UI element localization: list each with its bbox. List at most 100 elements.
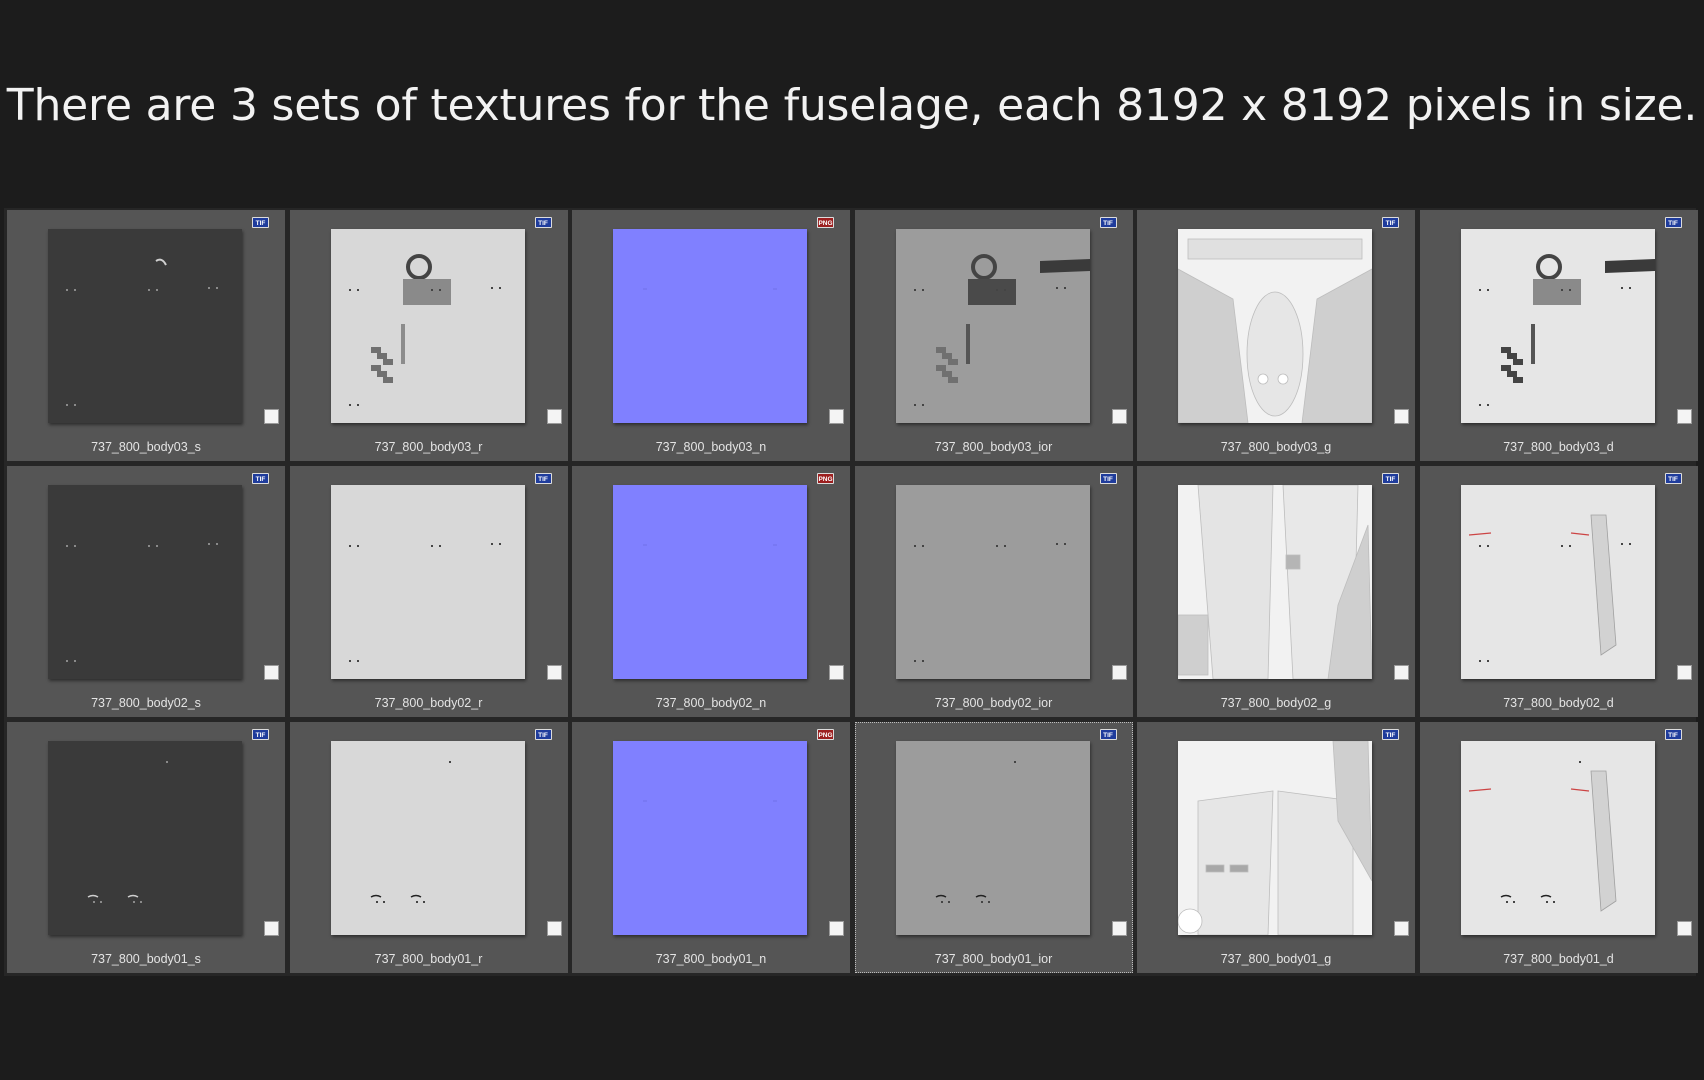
select-checkbox[interactable] <box>264 665 279 680</box>
file-name-label: 737_800_body02_s <box>91 696 201 710</box>
file-type-badge-icon: PNG <box>817 729 834 740</box>
texture-tile-737-800-body01-s[interactable]: TIF 737_800_body01_s <box>7 722 285 973</box>
file-type-badge-icon: TIF <box>1099 473 1117 484</box>
file-type-badge-icon: TIF <box>1099 217 1117 228</box>
texture-tile-737-800-body03-ior[interactable]: TIF 737_800_body03_ior <box>854 210 1133 461</box>
file-type-badge-icon: TIF <box>1382 217 1399 228</box>
select-checkbox[interactable] <box>264 409 279 424</box>
texture-thumbnail[interactable] <box>895 741 1090 935</box>
texture-preview-image <box>1478 254 1655 406</box>
texture-thumbnail[interactable] <box>330 485 525 679</box>
texture-thumbnail[interactable] <box>1460 485 1655 679</box>
file-type-badge-icon: TIF <box>1382 729 1399 740</box>
texture-thumbnail[interactable] <box>613 485 807 679</box>
texture-preview-image <box>1468 514 1631 662</box>
texture-preview-image <box>935 761 1016 903</box>
file-type-badge-icon: TIF <box>252 473 269 484</box>
select-checkbox[interactable] <box>1111 665 1127 680</box>
texture-thumbnail[interactable] <box>1460 229 1655 423</box>
texture-tile-737-800-body01-d[interactable]: TIF 737_800_body01_d <box>1419 722 1698 973</box>
texture-thumbnail[interactable] <box>1178 741 1372 935</box>
select-checkbox[interactable] <box>1394 665 1409 680</box>
select-checkbox[interactable] <box>264 921 279 936</box>
texture-tile-737-800-body02-ior[interactable]: TIF 737_800_body02_ior <box>854 466 1133 717</box>
select-checkbox[interactable] <box>1676 921 1692 936</box>
texture-preview-image <box>1468 761 1616 912</box>
select-checkbox[interactable] <box>546 665 562 680</box>
texture-thumbnail[interactable] <box>48 229 242 423</box>
file-type-badge-icon: TIF <box>534 729 552 740</box>
file-type-badge-icon: TIF <box>1382 473 1399 484</box>
texture-thumbnail[interactable] <box>48 741 242 935</box>
select-checkbox[interactable] <box>829 665 844 680</box>
texture-preview-image <box>643 800 777 802</box>
texture-preview-image <box>348 543 501 662</box>
file-name-label: 737_800_body03_g <box>1220 440 1332 454</box>
texture-tile-737-800-body02-n[interactable]: PNG 737_800_body02_n <box>572 466 850 717</box>
texture-tile-737-800-body02-r[interactable]: TIF 737_800_body02_r <box>289 466 568 717</box>
file-type-badge-icon: TIF <box>1664 473 1682 484</box>
file-type-badge-icon: PNG <box>817 473 834 484</box>
texture-preview-image <box>913 543 1066 662</box>
texture-thumbnail[interactable] <box>895 485 1090 679</box>
file-name-label: 737_800_body03_d <box>1503 440 1614 454</box>
file-type-badge-icon: TIF <box>1664 729 1682 740</box>
texture-tile-737-800-body01-n[interactable]: PNG 737_800_body01_n <box>572 722 850 973</box>
headline: There are 3 sets of textures for the fus… <box>6 80 1698 131</box>
file-type-badge-icon: TIF <box>1099 729 1117 740</box>
texture-preview-image <box>1178 741 1372 935</box>
texture-tile-737-800-body03-s[interactable]: TIF 737_800_body03_s <box>7 210 285 461</box>
select-checkbox[interactable] <box>1111 921 1127 936</box>
file-type-badge-icon: TIF <box>252 217 269 228</box>
texture-thumbnail[interactable] <box>1460 741 1655 935</box>
select-checkbox[interactable] <box>1676 409 1692 424</box>
texture-thumbnail[interactable] <box>48 485 242 679</box>
file-name-label: 737_800_body02_g <box>1220 696 1332 710</box>
texture-preview-image <box>1178 485 1372 679</box>
select-checkbox[interactable] <box>1394 921 1409 936</box>
select-checkbox[interactable] <box>546 409 562 424</box>
select-checkbox[interactable] <box>829 921 844 936</box>
texture-preview-image <box>913 254 1090 406</box>
select-checkbox[interactable] <box>1111 409 1127 424</box>
texture-thumbnail[interactable] <box>1178 229 1372 423</box>
texture-tile-737-800-body02-g[interactable]: TIF 737_800_body02_g <box>1137 466 1415 717</box>
texture-tile-737-800-body03-g[interactable]: TIF 737_800_body03_g <box>1137 210 1415 461</box>
texture-thumbnail[interactable] <box>895 229 1090 423</box>
select-checkbox[interactable] <box>546 921 562 936</box>
file-name-label: 737_800_body01_s <box>91 952 201 966</box>
file-name-label: 737_800_body03_ior <box>934 440 1053 454</box>
texture-tile-737-800-body02-s[interactable]: TIF 737_800_body02_s <box>7 466 285 717</box>
texture-preview-image <box>643 544 777 546</box>
file-type-badge-icon: PNG <box>817 217 834 228</box>
select-checkbox[interactable] <box>1394 409 1409 424</box>
texture-tile-737-800-body03-r[interactable]: TIF 737_800_body03_r <box>289 210 568 461</box>
file-name-label: 737_800_body02_r <box>374 696 483 710</box>
file-type-badge-icon: TIF <box>252 729 269 740</box>
texture-tile-737-800-body02-d[interactable]: TIF 737_800_body02_d <box>1419 466 1698 717</box>
texture-thumbnail[interactable] <box>330 229 525 423</box>
file-name-label: 737_800_body01_n <box>655 952 767 966</box>
texture-preview-image <box>370 761 451 903</box>
texture-thumbnail[interactable] <box>613 741 807 935</box>
texture-tile-737-800-body01-g[interactable]: TIF 737_800_body01_g <box>1137 722 1415 973</box>
file-name-label: 737_800_body02_n <box>655 696 767 710</box>
file-name-label: 737_800_body01_g <box>1220 952 1332 966</box>
texture-tile-737-800-body03-d[interactable]: TIF 737_800_body03_d <box>1419 210 1698 461</box>
file-name-label: 737_800_body01_r <box>374 952 483 966</box>
texture-tile-737-800-body03-n[interactable]: PNG 737_800_body03_n <box>572 210 850 461</box>
file-name-label: 737_800_body03_n <box>655 440 767 454</box>
texture-tile-737-800-body01-r[interactable]: TIF 737_800_body01_r <box>289 722 568 973</box>
texture-thumbnail-grid: TIF 737_800_body03_s TIF 737_800_body03_r PN… <box>4 208 1698 976</box>
texture-preview-image <box>66 543 218 662</box>
select-checkbox[interactable] <box>1676 665 1692 680</box>
texture-tile-737-800-body01-ior[interactable]: TIF 737_800_body01_ior <box>854 722 1133 973</box>
texture-thumbnail[interactable] <box>613 229 807 423</box>
file-name-label: 737_800_body03_s <box>91 440 201 454</box>
select-checkbox[interactable] <box>829 409 844 424</box>
file-name-label: 737_800_body02_d <box>1503 696 1614 710</box>
file-name-label: 737_800_body01_d <box>1503 952 1614 966</box>
texture-thumbnail[interactable] <box>1178 485 1372 679</box>
texture-thumbnail[interactable] <box>330 741 525 935</box>
texture-preview-image <box>643 288 777 290</box>
